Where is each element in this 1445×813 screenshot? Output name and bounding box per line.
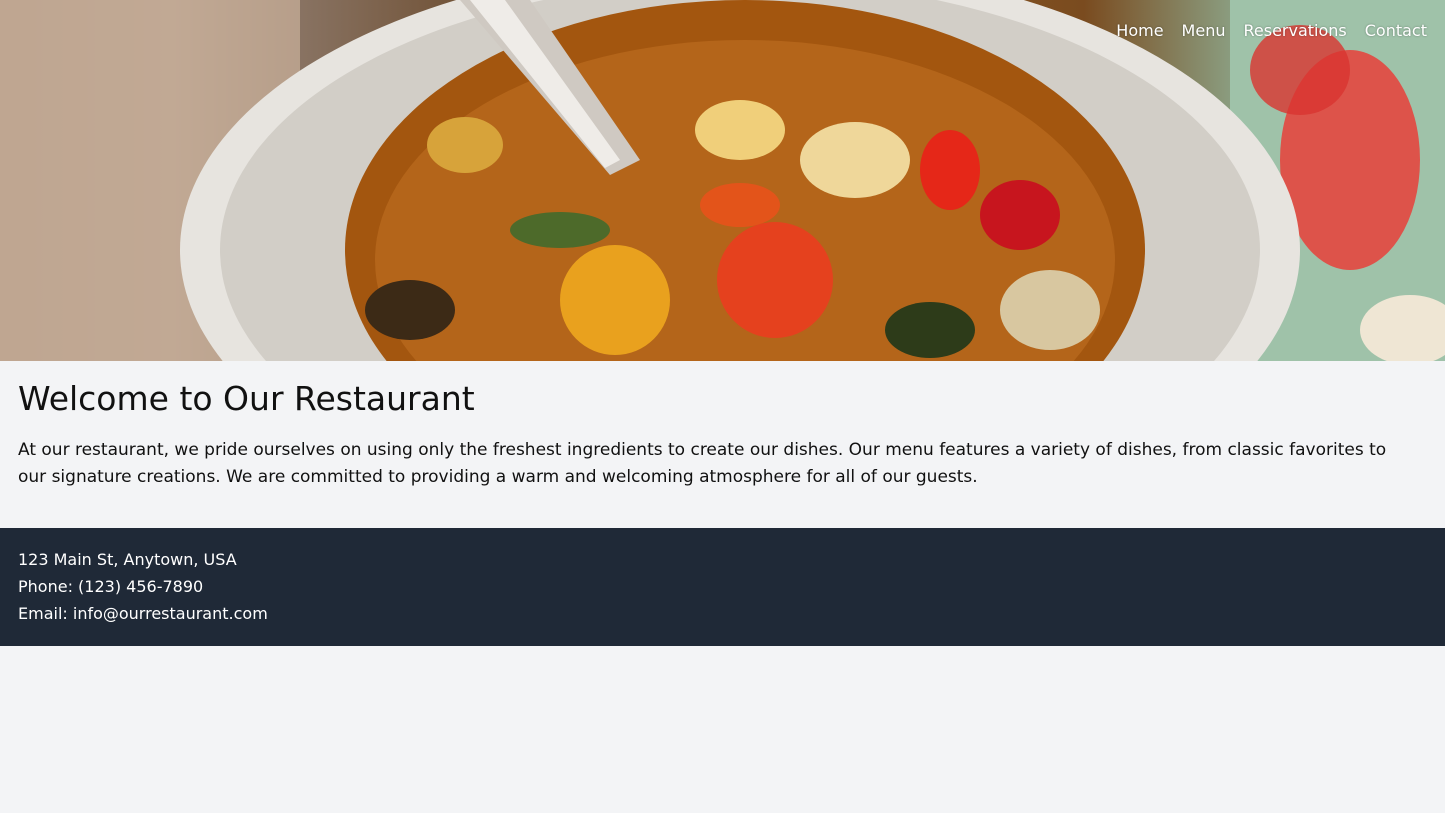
nav-link-menu[interactable]: Menu: [1182, 20, 1226, 42]
nav-link-home[interactable]: Home: [1116, 20, 1163, 42]
hero-image-soup-bowl: [0, 0, 1445, 361]
nav-link-reservations[interactable]: Reservations: [1243, 20, 1346, 42]
intro-paragraph: At our restaurant, we pride ourselves on…: [18, 440, 1387, 487]
main-content: Welcome to Our Restaurant At our restaur…: [0, 361, 1445, 510]
site-footer: 123 Main St, Anytown, USA Phone: (123) 4…: [0, 528, 1445, 646]
footer-email: Email: info@ourrestaurant.com: [18, 604, 268, 623]
nav-link-contact[interactable]: Contact: [1365, 20, 1427, 42]
footer-phone: Phone: (123) 456-7890: [18, 577, 204, 596]
main-nav: Home Menu Reservations Contact: [1116, 20, 1427, 42]
hero-banner: Home Menu Reservations Contact: [0, 0, 1445, 361]
page-title: Welcome to Our Restaurant: [18, 379, 475, 418]
footer-address: 123 Main St, Anytown, USA: [18, 550, 237, 569]
